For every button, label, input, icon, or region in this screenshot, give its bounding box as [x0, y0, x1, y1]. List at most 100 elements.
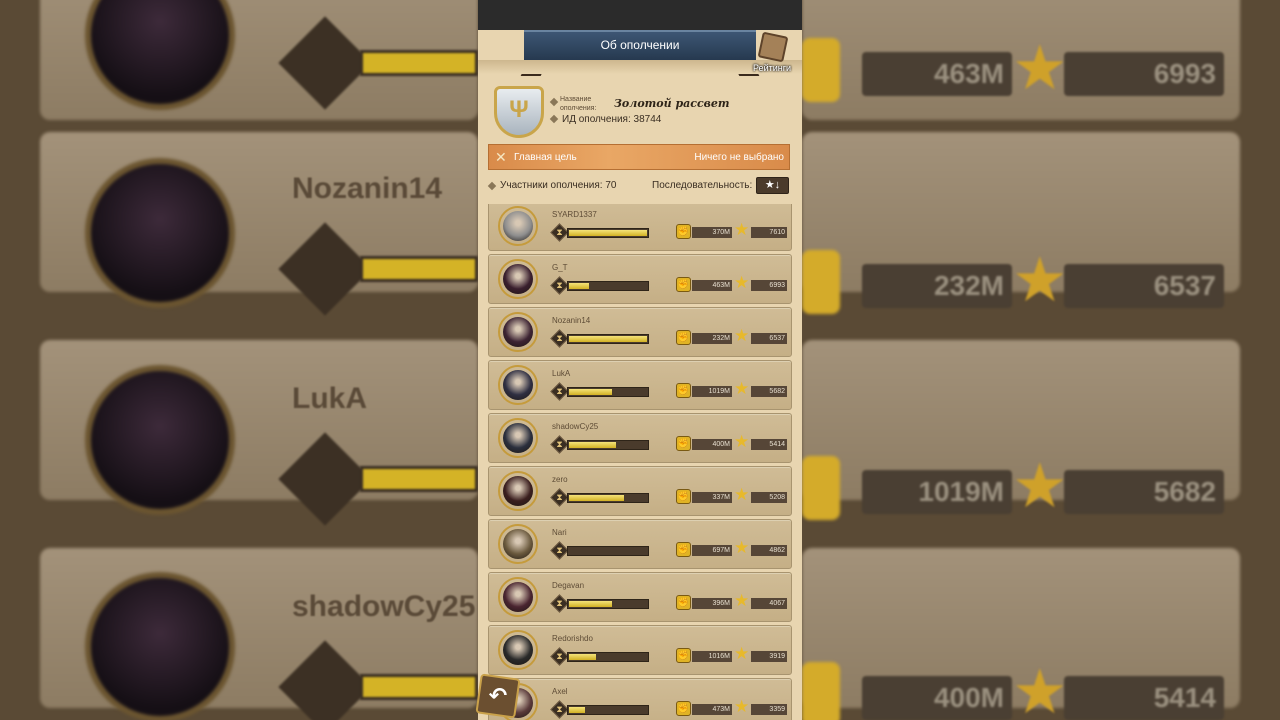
avatar-portrait [503, 582, 533, 612]
hourglass-icon: ⧗ [556, 492, 563, 502]
activity-progress-bar [567, 440, 649, 450]
fist-icon: ✊ [677, 650, 690, 660]
guild-name-label: Название ополчения: [560, 96, 597, 112]
sort-button[interactable]: ★↓ [756, 177, 789, 194]
member-name: LukA [552, 369, 571, 378]
member-name: Nari [552, 528, 567, 537]
bg-stars-value: 5414 [1153, 682, 1216, 713]
activity-progress-fill [569, 283, 589, 289]
member-row[interactable]: Nozanin14 ⧗ ✊ 232M ★ 6537 [488, 307, 792, 357]
avatar-portrait [503, 317, 533, 347]
star-icon: ★ [734, 485, 750, 504]
trident-icon: Ψ [509, 96, 529, 123]
activity-progress-bar [567, 228, 649, 238]
member-row[interactable]: Axel ⧗ ✊ 473M ★ 3359 [488, 678, 792, 720]
star-icon: ★ [734, 220, 750, 239]
avatar[interactable] [498, 312, 538, 352]
avatar-portrait [503, 211, 533, 241]
activity-progress-fill [569, 654, 596, 660]
bg-power-value: 1019M [918, 476, 1004, 507]
activity-progress-fill [569, 495, 624, 501]
avatar-portrait [503, 264, 533, 294]
stars-value: 5682 [751, 386, 787, 397]
guild-crest: Ψ [494, 86, 544, 138]
bg-stars-value: 6993 [1153, 58, 1216, 89]
stars-value: 5208 [751, 492, 787, 503]
activity-progress-fill [569, 707, 585, 713]
bg-power-box: 1019M [862, 470, 1012, 514]
hourglass-icon: ⧗ [556, 651, 563, 661]
star-icon: ★ [734, 591, 750, 610]
bg-fist-icon [802, 250, 840, 314]
back-arrow-icon[interactable]: ↶ [478, 676, 518, 716]
power-value: 1016M [692, 651, 732, 662]
bg-power-value: 400M [933, 682, 1004, 713]
hourglass-icon: ⧗ [556, 280, 563, 290]
power-value: 1019M [692, 386, 732, 397]
bg-power-box: 232M [862, 264, 1012, 308]
avatar-portrait [503, 529, 533, 559]
avatar[interactable] [498, 418, 538, 458]
bg-star-icon: ★ [1012, 452, 1068, 521]
bullet-icon [549, 97, 559, 107]
activity-progress-bar [567, 334, 649, 344]
avatar[interactable] [498, 365, 538, 405]
power-value: 463M [692, 280, 732, 291]
page-title: Об ополчении [600, 38, 680, 52]
bg-player-name: Nozanin14 [292, 172, 443, 205]
power-value: 697M [692, 545, 732, 556]
fist-icon: ✊ [677, 491, 690, 501]
member-row[interactable]: SYARD1337 ⧗ ✊ 370M ★ 7610 [488, 204, 792, 251]
avatar[interactable] [498, 577, 538, 617]
member-row[interactable]: shadowCy25 ⧗ ✊ 400M ★ 5414 [488, 413, 792, 463]
member-row[interactable]: Degavan ⧗ ✊ 396M ★ 4067 [488, 572, 792, 622]
avatar[interactable] [498, 206, 538, 246]
hourglass-icon: ⧗ [556, 598, 563, 608]
bg-player-name: shadowCy25 [292, 590, 476, 623]
bg-stars-value: 5682 [1153, 476, 1216, 507]
member-row[interactable]: LukA ⧗ ✊ 1019M ★ 5682 [488, 360, 792, 410]
bg-stars-box: 6537 [1064, 264, 1224, 308]
avatar-portrait [503, 370, 533, 400]
stars-value: 5414 [751, 439, 787, 450]
member-name: Degavan [552, 581, 585, 590]
star-icon: ★ [734, 432, 750, 451]
member-row[interactable]: G_T ⧗ ✊ 463M ★ 6993 [488, 254, 792, 304]
main-goal-label: Главная цель [514, 152, 577, 163]
power-value: 396M [692, 598, 732, 609]
title-banner: Об ополчении [524, 30, 756, 60]
hourglass-icon: ⧗ [556, 386, 563, 396]
member-row[interactable]: Nari ⧗ ✊ 697M ★ 4862 [488, 519, 792, 569]
bg-power-value: 463M [933, 58, 1004, 89]
bg-avatar [85, 572, 235, 720]
avatar[interactable] [498, 259, 538, 299]
power-value: 232M [692, 333, 732, 344]
activity-progress-bar [567, 493, 649, 503]
member-list[interactable]: SYARD1337 ⧗ ✊ 370M ★ 7610 G_T ⧗ ✊ 463M ★ 6993 Nozani… [488, 204, 792, 720]
activity-progress-bar [567, 599, 649, 609]
background-right: 463M ★ 6993 232M ★ 6537 1019M ★ 5682 400… [802, 0, 1280, 720]
stars-value: 3359 [751, 704, 787, 715]
member-row[interactable]: Redorishdo ⧗ ✊ 1016M ★ 3919 [488, 625, 792, 675]
avatar-portrait [503, 635, 533, 665]
avatar[interactable] [498, 630, 538, 670]
bg-power-box: 400M [862, 676, 1012, 720]
bg-power-value: 232M [933, 270, 1004, 301]
rankings-button[interactable]: Рейтинги [750, 31, 794, 76]
hourglass-icon: ⧗ [556, 704, 563, 714]
rankings-label: Рейтинги [752, 63, 792, 73]
member-row[interactable]: zero ⧗ ✊ 337M ★ 5208 [488, 466, 792, 516]
avatar[interactable] [498, 524, 538, 564]
avatar[interactable] [498, 471, 538, 511]
bg-progress-bar [360, 674, 478, 700]
main-goal-bar[interactable]: ✕ Главная цель Ничего не выбрано [488, 144, 790, 170]
star-icon: ★ [734, 326, 750, 345]
stars-value: 6993 [751, 280, 787, 291]
activity-progress-fill [569, 230, 647, 236]
bg-fist-icon [802, 662, 840, 720]
power-value: 370M [692, 227, 732, 238]
member-name: Axel [552, 687, 568, 696]
activity-progress-fill [569, 442, 616, 448]
bg-progress-bar [360, 50, 478, 76]
bg-stars-box: 6993 [1064, 52, 1224, 96]
